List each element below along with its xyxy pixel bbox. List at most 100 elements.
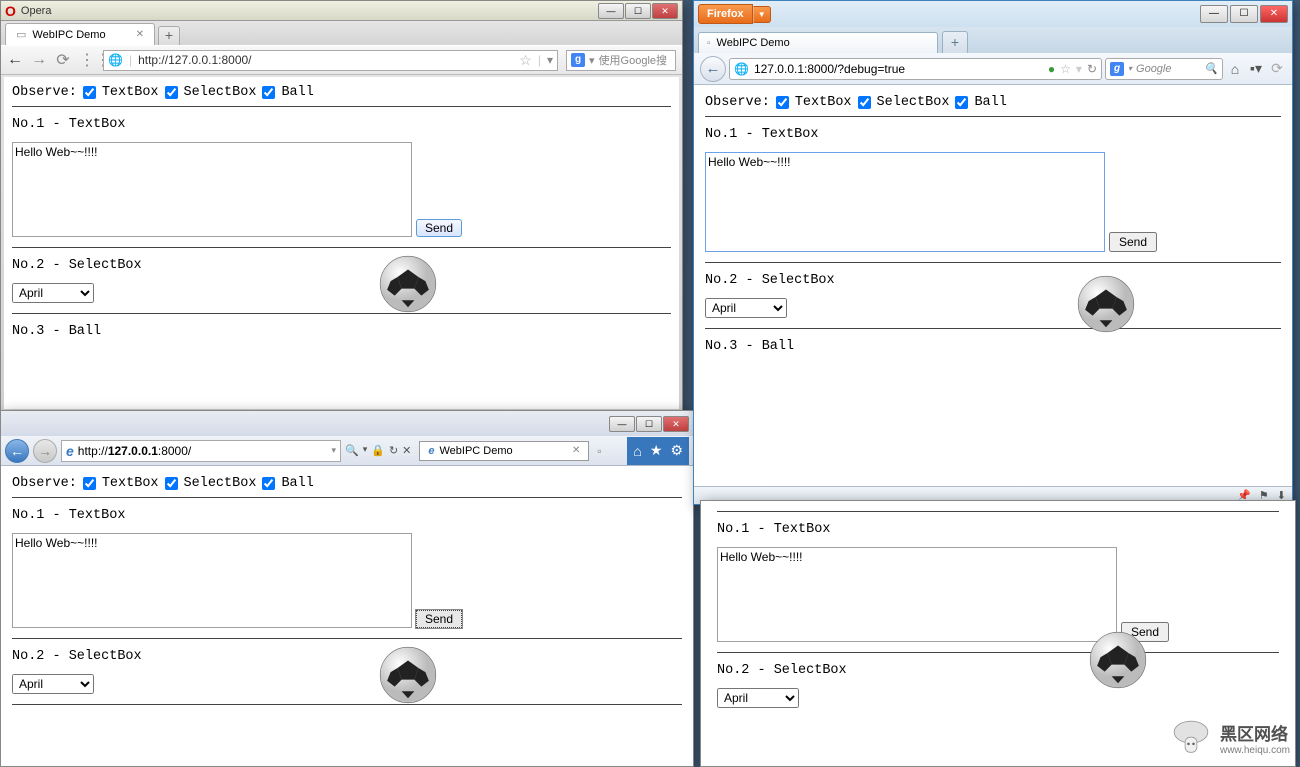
checkbox-label: TextBox — [102, 85, 159, 100]
month-select[interactable]: April — [717, 688, 799, 708]
search-box[interactable]: g ▾ Google 🔍 — [1105, 58, 1223, 80]
refresh-icon[interactable]: ↻ — [389, 444, 398, 457]
close-tab-icon[interactable]: ✕ — [572, 445, 580, 456]
section-title: No.2 - SelectBox — [12, 649, 682, 664]
forward-button[interactable]: → — [31, 51, 47, 69]
mushroom-icon — [1170, 717, 1212, 759]
maximize-button[interactable]: ☐ — [625, 3, 651, 19]
browser-tab[interactable]: e WebIPC Demo ✕ — [419, 441, 589, 461]
checkbox-label: SelectBox — [877, 95, 950, 110]
section-title: No.1 - TextBox — [12, 117, 671, 132]
opera-window: O Opera — ☐ ✕ ▭ WebIPC Demo ✕ + ← → ⟳ ⋮⋮… — [0, 0, 683, 413]
close-button[interactable]: ✕ — [663, 416, 689, 432]
textbox-checkbox[interactable] — [83, 477, 96, 490]
address-bar[interactable]: 🌐 127.0.0.1:8000/?debug=true ● ☆ ▾ ↻ — [729, 58, 1102, 80]
favorites-icon[interactable]: ★ — [650, 442, 663, 459]
opera-titlebar: O Opera — ☐ ✕ — [1, 1, 682, 21]
page-icon: ▫ — [707, 38, 711, 49]
wand-button[interactable]: ⋮⋮ — [79, 50, 95, 70]
tab-title: WebIPC Demo — [440, 445, 513, 457]
close-button[interactable]: ✕ — [652, 3, 678, 19]
home-icon[interactable]: ⌂ — [633, 443, 641, 459]
toolbar-icons: 🔍 ▾ 🔒 ↻ ✕ — [345, 444, 411, 457]
home-icon[interactable]: ⌂ — [1226, 61, 1244, 77]
forward-button[interactable]: → — [33, 439, 57, 463]
dropdown-icon[interactable]: ▾ — [589, 54, 595, 67]
month-select[interactable]: April — [705, 298, 787, 318]
dropdown-icon[interactable]: ▾ — [363, 444, 368, 457]
dropdown-icon[interactable]: ▾ — [547, 53, 553, 67]
firefox-toolbar: ← 🌐 127.0.0.1:8000/?debug=true ● ☆ ▾ ↻ g… — [694, 53, 1292, 85]
dropdown-icon[interactable]: ▾ — [331, 445, 336, 456]
stop-icon[interactable]: ✕ — [402, 444, 411, 457]
close-button[interactable]: ✕ — [1260, 5, 1288, 23]
selectbox-checkbox[interactable] — [165, 477, 178, 490]
selectbox-checkbox[interactable] — [165, 86, 178, 99]
google-icon: g — [1110, 62, 1124, 76]
maximize-button[interactable]: ☐ — [1230, 5, 1258, 23]
globe-icon: 🌐 — [108, 53, 123, 67]
month-select[interactable]: April — [12, 674, 94, 694]
firefox-menu-button[interactable]: Firefox — [698, 4, 753, 24]
new-tab-button[interactable]: + — [158, 26, 180, 45]
page-content: Observe: TextBox SelectBox Ball No.1 - T… — [697, 87, 1289, 484]
message-textbox[interactable] — [717, 547, 1117, 642]
address-bar[interactable]: e http://127.0.0.1:8000/ ▾ — [61, 440, 341, 462]
new-tab-button[interactable]: + — [942, 31, 968, 53]
ball-checkbox[interactable] — [262, 477, 275, 490]
minimize-button[interactable]: — — [598, 3, 624, 19]
close-tab-icon[interactable]: ✕ — [136, 29, 144, 40]
reload-button[interactable]: ⟳ — [55, 50, 71, 70]
new-tab-button[interactable]: ▫ — [589, 444, 609, 458]
ball-checkbox[interactable] — [955, 96, 968, 109]
maximize-button[interactable]: ☐ — [636, 416, 662, 432]
bookmark-star-icon[interactable]: ☆ — [519, 52, 532, 69]
bookmarks-icon[interactable]: ▪▾ — [1247, 60, 1265, 77]
globe-icon: 🌐 — [734, 62, 749, 76]
message-textbox[interactable] — [12, 142, 412, 237]
page-icon: ▭ — [16, 28, 26, 41]
textbox-checkbox[interactable] — [776, 96, 789, 109]
send-button[interactable]: Send — [416, 610, 462, 628]
firefox-titlebar: Firefox ▼ — ☐ ✕ — [694, 1, 1292, 27]
message-textbox[interactable] — [705, 152, 1105, 252]
reload-icon[interactable]: ↻ — [1087, 62, 1097, 76]
checkbox-label: Ball — [281, 476, 313, 491]
bookmark-star-icon[interactable]: ☆ — [1060, 62, 1071, 76]
search-box[interactable]: g ▾ 使用Google搜 — [566, 50, 676, 71]
opera-toolbar: ← → ⟳ ⋮⋮ 🌐 | http://127.0.0.1:8000/ ☆ | … — [1, 45, 682, 75]
selectbox-checkbox[interactable] — [858, 96, 871, 109]
section-title: No.1 - TextBox — [705, 127, 1281, 142]
ie-icon: e — [428, 445, 434, 457]
textbox-checkbox[interactable] — [83, 86, 96, 99]
sync-icon[interactable]: ⟳ — [1268, 60, 1286, 77]
search-icon[interactable]: 🔍 — [1204, 62, 1218, 75]
send-button[interactable]: Send — [1121, 622, 1169, 642]
opera-tabbar: ▭ WebIPC Demo ✕ + — [1, 21, 682, 45]
ball-checkbox[interactable] — [262, 86, 275, 99]
search-icon[interactable]: 🔍 — [345, 444, 359, 457]
back-button[interactable]: ← — [7, 51, 23, 69]
watermark: 黑区网络 www.heiqu.com — [1170, 717, 1290, 759]
observe-label: Observe: — [12, 85, 77, 100]
watermark-url: www.heiqu.com — [1220, 745, 1290, 756]
send-button[interactable]: Send — [416, 219, 462, 237]
back-button[interactable]: ← — [5, 439, 29, 463]
back-button[interactable]: ← — [700, 56, 726, 82]
message-textbox[interactable] — [12, 533, 412, 628]
url-text: http://127.0.0.1:8000/ — [78, 444, 328, 458]
section-title: No.2 - SelectBox — [717, 663, 1279, 678]
tools-icon[interactable]: ⚙ — [670, 442, 683, 459]
section-title: No.3 - Ball — [12, 324, 671, 339]
checkbox-label: TextBox — [102, 476, 159, 491]
minimize-button[interactable]: — — [1200, 5, 1228, 23]
address-bar[interactable]: 🌐 | http://127.0.0.1:8000/ ☆ | ▾ — [103, 50, 558, 71]
month-select[interactable]: April — [12, 283, 94, 303]
minimize-button[interactable]: — — [609, 416, 635, 432]
firefox-menu-dropdown[interactable]: ▼ — [753, 6, 771, 23]
opera-logo-icon: O — [5, 3, 16, 19]
send-button[interactable]: Send — [1109, 232, 1157, 252]
browser-tab[interactable]: ▫ WebIPC Demo — [698, 32, 938, 53]
page-content: Observe: TextBox SelectBox Ball No.1 - T… — [4, 468, 690, 763]
browser-tab[interactable]: ▭ WebIPC Demo ✕ — [5, 23, 155, 45]
